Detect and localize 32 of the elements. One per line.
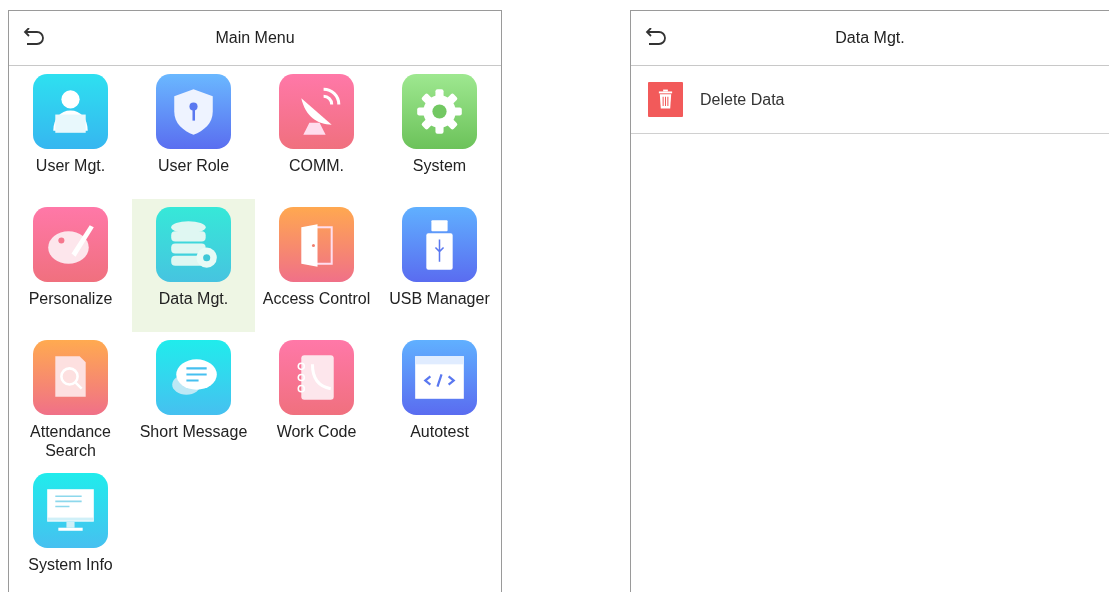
- usb-drive-icon: [402, 207, 477, 282]
- monitor-icon: [33, 473, 108, 548]
- menu-item[interactable]: USB Manager: [378, 199, 501, 332]
- screen-title: Data Mgt.: [835, 29, 905, 47]
- gear-icon: [402, 74, 477, 149]
- phone-book-icon: [279, 340, 354, 415]
- trash-icon: [648, 82, 683, 117]
- code-window-icon: [402, 340, 477, 415]
- shield-icon: [156, 74, 231, 149]
- menu-item[interactable]: Short Message: [132, 332, 255, 465]
- menu-item[interactable]: User Role: [132, 66, 255, 199]
- palette-icon: [33, 207, 108, 282]
- menu-item[interactable]: Personalize: [9, 199, 132, 332]
- menu-item[interactable]: Attendance Search: [9, 332, 132, 465]
- menu-item[interactable]: COMM.: [255, 66, 378, 199]
- list-item[interactable]: Delete Data: [631, 66, 1109, 134]
- menu-item[interactable]: Access Control: [255, 199, 378, 332]
- back-icon[interactable]: [22, 28, 46, 48]
- menu-item[interactable]: Work Code: [255, 332, 378, 465]
- door-icon: [279, 207, 354, 282]
- menu-item[interactable]: System: [378, 66, 501, 199]
- menu-item[interactable]: Autotest: [378, 332, 501, 465]
- chat-bubble-icon: [156, 340, 231, 415]
- user-icon: [33, 74, 108, 149]
- menu-item[interactable]: User Mgt.: [9, 66, 132, 199]
- screen-title: Main Menu: [215, 29, 295, 47]
- menu-item[interactable]: Data Mgt.: [132, 199, 255, 332]
- back-icon[interactable]: [644, 28, 668, 48]
- document-search-icon: [33, 340, 108, 415]
- database-icon: [156, 207, 231, 282]
- menu-item[interactable]: System Info: [9, 465, 132, 592]
- satellite-dish-icon: [279, 74, 354, 149]
